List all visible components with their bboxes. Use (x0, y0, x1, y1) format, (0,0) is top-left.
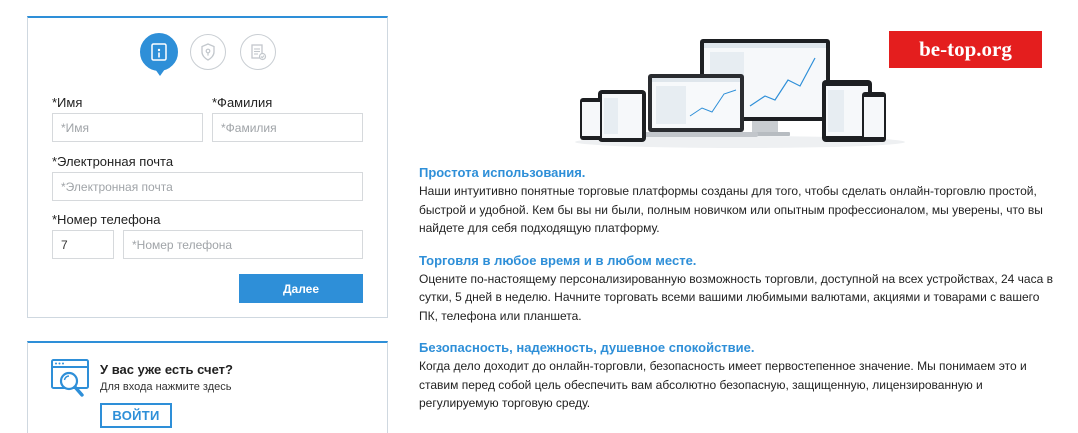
step-security[interactable] (190, 34, 226, 70)
feature-title: Безопасность, надежность, душевное споко… (419, 340, 755, 355)
feature-body: Когда дело доходит до онлайн-торговли, б… (419, 359, 1027, 410)
login-button[interactable]: ВОЙТИ (100, 403, 172, 428)
features-list: Простота использования. Наши интуитивно … (419, 164, 1059, 427)
feature-ease-of-use: Простота использования. Наши интуитивно … (419, 164, 1059, 238)
feature-body: Наши интуитивно понятные торговые платфо… (419, 184, 1043, 235)
next-button[interactable]: Далее (239, 274, 363, 303)
watermark-logo: be-top.org (889, 31, 1042, 68)
email-field[interactable] (52, 172, 363, 201)
last-name-field[interactable] (212, 113, 363, 142)
phone-label: *Номер телефона (52, 212, 161, 227)
feature-anytime-anywhere: Торговля в любое время и в любом месте. … (419, 252, 1059, 326)
first-name-label: *Имя (52, 95, 83, 110)
devices-illustration (575, 39, 905, 148)
feature-title: Торговля в любое время и в любом месте. (419, 252, 697, 268)
step-indicator (140, 33, 280, 76)
feature-security: Безопасность, надежность, душевное споко… (419, 339, 1059, 413)
login-title: У вас уже есть счет? (100, 362, 233, 377)
last-name-label: *Фамилия (212, 95, 273, 110)
login-subtitle: Для входа нажмите здесь (100, 381, 232, 393)
first-name-field[interactable] (52, 113, 203, 142)
phone-country-code-field[interactable] (52, 230, 114, 259)
step-personal-info[interactable] (140, 33, 178, 76)
feature-title: Простота использования. (419, 165, 586, 180)
id-card-icon (151, 43, 167, 61)
login-card: У вас уже есть счет? Для входа нажмите з… (27, 341, 388, 433)
document-check-icon (251, 44, 267, 61)
browser-search-icon (51, 359, 89, 397)
registration-card: *Имя *Фамилия *Электронная почта *Номер … (27, 16, 388, 318)
phone-number-field[interactable] (123, 230, 363, 259)
step-documents[interactable] (240, 34, 276, 70)
shield-lock-icon (201, 43, 215, 61)
email-label: *Электронная почта (52, 154, 174, 169)
feature-body: Оцените по-настоящему персонализированну… (419, 271, 1053, 323)
